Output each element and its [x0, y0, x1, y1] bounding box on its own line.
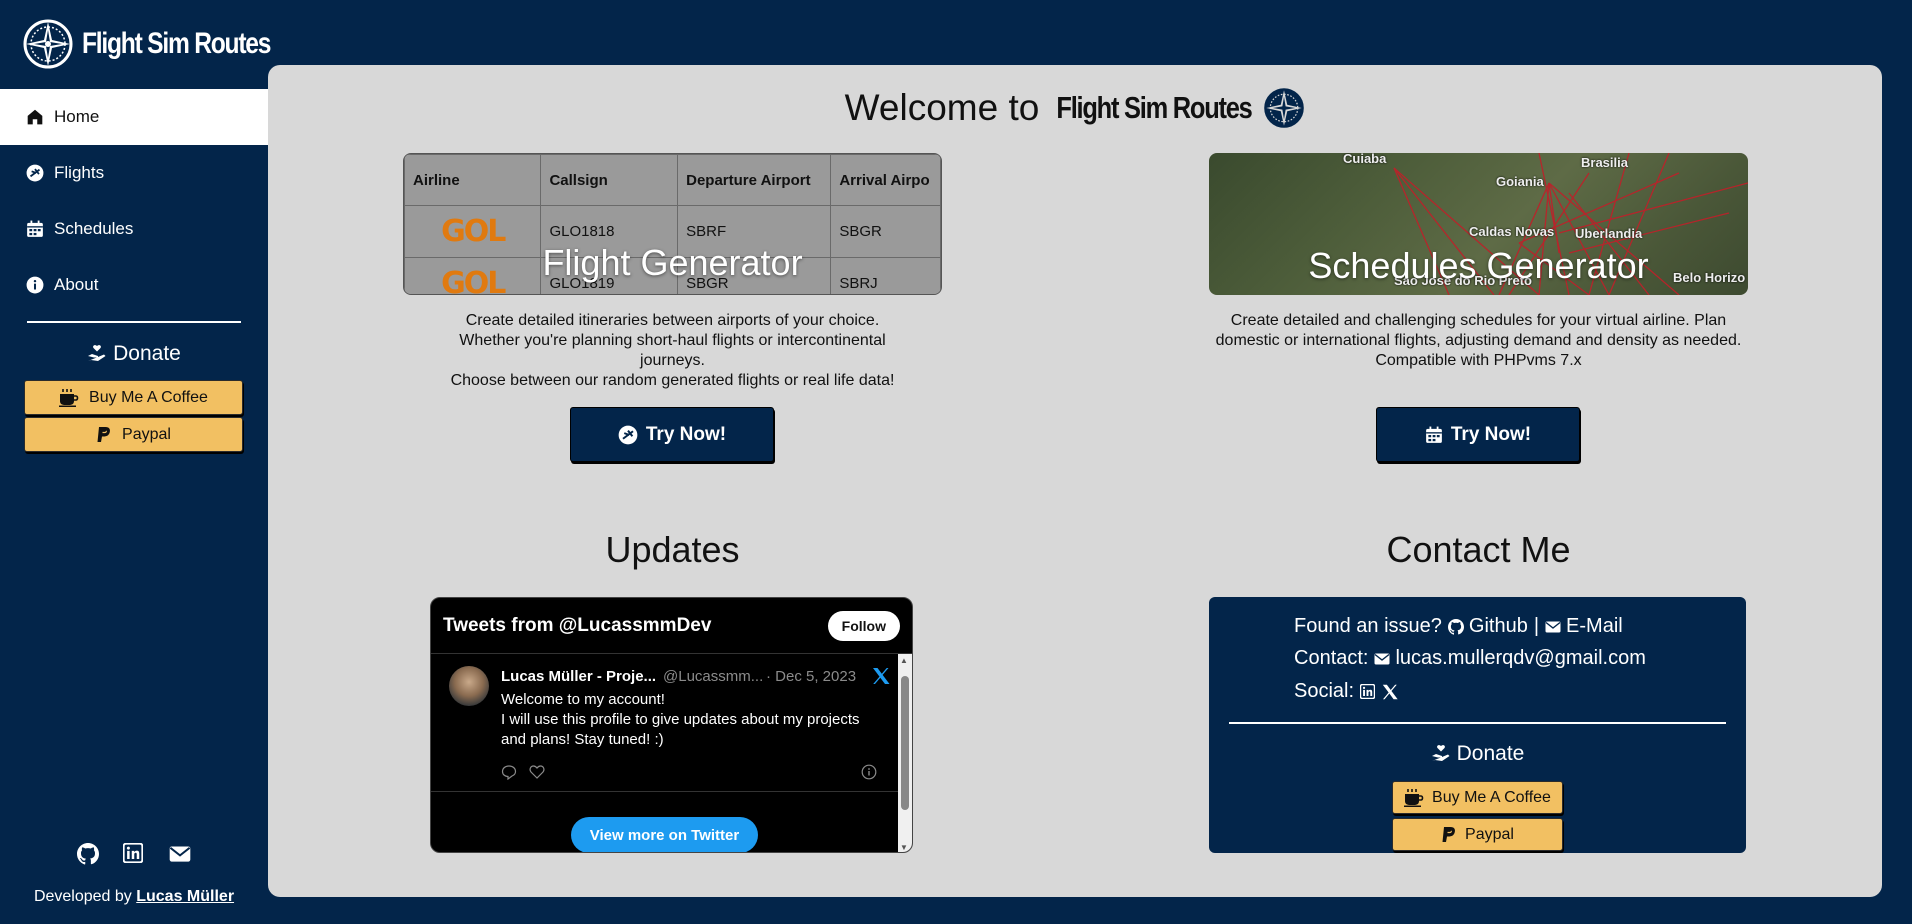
sidebar-item-label: Flights [54, 163, 105, 182]
table-header: Arrival Airpo [830, 154, 941, 206]
twitter-widget-header: Tweets from @LucassmmDev Follow [431, 598, 912, 654]
view-more-on-twitter-button[interactable]: View more on Twitter [571, 817, 758, 852]
hand-holding-heart-icon [88, 345, 106, 361]
paypal-button[interactable]: Paypal [24, 417, 243, 452]
schedules-try-now-button[interactable]: Try Now! [1376, 407, 1580, 462]
coffee-cup-icon [1404, 788, 1424, 807]
envelope-icon[interactable] [169, 843, 191, 865]
contact-heading: Contact Me [1386, 529, 1571, 570]
twitter-widget-title: Tweets from @LucassmmDev [443, 614, 712, 636]
coffee-cup-icon [59, 388, 79, 407]
buy-me-a-coffee-button[interactable]: Buy Me A Coffee [24, 380, 243, 415]
twitter-timeline-widget: Tweets from @LucassmmDev Follow Lucas Mü… [430, 597, 913, 853]
reply-icon[interactable] [501, 764, 517, 780]
plane-circle-icon [26, 164, 44, 182]
contact-donate-title: Donate [1209, 742, 1746, 766]
calendar-icon [1426, 426, 1442, 443]
widget-scrollbar[interactable]: ▲ ▼ [898, 654, 912, 852]
sidebar-divider [27, 321, 241, 323]
compass-rose-icon [23, 19, 73, 69]
twitter-follow-button[interactable]: Follow [827, 610, 900, 641]
brand-name: Flight Sim Routes [82, 27, 271, 60]
plane-circle-icon [618, 425, 638, 444]
calendar-icon [27, 220, 43, 237]
contact-social-line: Social: [1294, 680, 1399, 703]
github-icon [1447, 618, 1464, 635]
sidebar-item-label: Schedules [54, 219, 134, 238]
developer-credit: Developed by Lucas Müller [33, 888, 235, 905]
compass-rose-icon [1264, 88, 1305, 128]
page-title: Welcome to Flight Sim Routes [268, 87, 1882, 129]
scroll-up-arrow-icon[interactable]: ▲ [900, 656, 908, 665]
scrollbar-thumb[interactable] [901, 676, 909, 810]
table-header: Callsign [540, 154, 679, 206]
tweet-text: Welcome to my account! I will use this p… [501, 691, 860, 748]
home-icon [27, 109, 43, 125]
tweet-author-handle[interactable]: @Lucassmm... [663, 668, 763, 685]
github-link[interactable]: Github [1447, 615, 1528, 638]
info-icon[interactable] [861, 764, 877, 780]
contact-buy-me-a-coffee-button[interactable]: Buy Me A Coffee [1392, 781, 1563, 814]
flight-generator-title: Flight Generator [542, 242, 803, 283]
developer-link[interactable]: Lucas Müller [136, 888, 234, 905]
info-icon [26, 276, 44, 294]
main-panel: Welcome to Flight Sim Routes Airline Cal… [268, 65, 1882, 897]
tweet-actions [501, 764, 877, 780]
avatar[interactable] [449, 666, 489, 706]
flight-generator-preview[interactable]: Airline Callsign Departure Airport Arriv… [403, 153, 942, 295]
flight-generator-description: Create detailed itineraries between airp… [450, 312, 895, 389]
paypal-icon [1442, 826, 1455, 842]
table-header: Airline [404, 154, 542, 206]
x-logo-icon [1382, 684, 1398, 699]
scroll-down-arrow-icon[interactable]: ▼ [900, 843, 908, 852]
brand-logo[interactable]: Flight Sim Routes [22, 18, 312, 70]
paypal-icon [97, 426, 110, 442]
updates-heading: Updates [605, 529, 740, 570]
schedules-generator-preview[interactable]: Cuiaba Brasilia Goiania Caldas Novas Ube… [1209, 153, 1748, 295]
sidebar-item-schedules[interactable]: Schedules [0, 201, 268, 257]
divider [431, 791, 898, 792]
contact-divider [1229, 722, 1726, 724]
contact-card: Found an issue? Github | E-Mail Contact:… [1209, 597, 1746, 853]
page-title-brand: Flight Sim Routes [1056, 90, 1253, 125]
email-link[interactable]: E-Mail [1545, 615, 1623, 638]
sidebar-nav: Home Flights Schedules About [0, 89, 268, 313]
sidebar: Flight Sim Routes Home Flights Schedules… [0, 0, 271, 924]
envelope-icon [1374, 653, 1390, 664]
linkedin-icon [1360, 684, 1376, 699]
sidebar-item-label: About [54, 275, 99, 294]
x-logo-icon[interactable] [871, 666, 891, 686]
sidebar-item-flights[interactable]: Flights [0, 145, 268, 201]
contact-issue-line: Found an issue? Github | E-Mail [1294, 615, 1623, 638]
linkedin-icon[interactable] [123, 843, 145, 865]
schedules-generator-title: Schedules Generator [1308, 245, 1649, 286]
sidebar-donate-title: Donate [0, 342, 268, 366]
contact-paypal-button[interactable]: Paypal [1392, 818, 1563, 851]
sidebar-item-label: Home [54, 107, 100, 126]
flight-try-now-button[interactable]: Try Now! [570, 407, 774, 462]
x-link[interactable] [1381, 683, 1399, 701]
table-header: Departure Airport [677, 154, 832, 206]
envelope-icon [1545, 621, 1561, 632]
linkedin-link[interactable] [1360, 684, 1376, 699]
sidebar-item-home[interactable]: Home [0, 89, 268, 145]
tweet-date[interactable]: · Dec 5, 2023 [766, 668, 856, 685]
github-icon[interactable] [77, 843, 99, 865]
contact-email-line: Contact: lucas.mullerqdv@gmail.com [1294, 647, 1646, 670]
heart-icon[interactable] [529, 764, 545, 780]
tweet-author-name[interactable]: Lucas Müller - Proje... [501, 668, 656, 685]
hand-holding-heart-icon [1431, 745, 1450, 761]
tweet-item[interactable]: Lucas Müller - Proje... @Lucassmm... · D… [431, 654, 898, 852]
sidebar-social-links [0, 843, 268, 865]
schedules-generator-description: Create detailed and challenging schedule… [1215, 312, 1742, 369]
contact-email-link[interactable]: lucas.mullerqdv@gmail.com [1374, 647, 1646, 670]
sidebar-item-about[interactable]: About [0, 257, 268, 313]
